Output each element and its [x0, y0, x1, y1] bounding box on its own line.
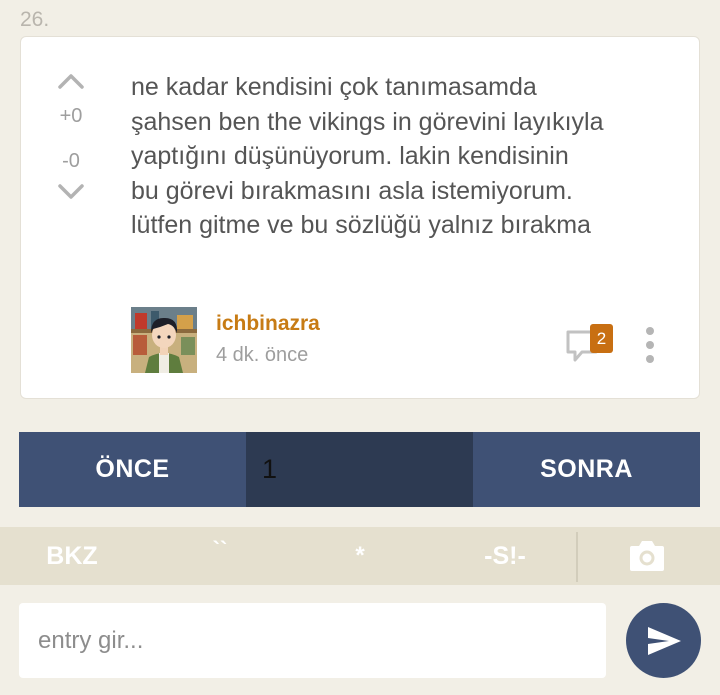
- format-toolbar: BKZ `` * -S!-: [0, 527, 720, 585]
- send-icon: [647, 626, 681, 655]
- more-dot: [646, 355, 654, 363]
- send-button[interactable]: [626, 603, 701, 678]
- entry-text-line: yaptığını düşünüyorum. lakin kendisinin: [131, 142, 569, 170]
- previous-page-button[interactable]: ÖNCE: [19, 432, 246, 507]
- entry-number: 26.: [20, 8, 50, 31]
- downvote-count: -0: [62, 150, 80, 172]
- author-avatar[interactable]: [131, 307, 197, 373]
- more-vertical-icon[interactable]: [641, 327, 659, 363]
- entry-text-line: ne kadar kendisini çok tanımasamda: [131, 73, 537, 101]
- upvote-count: +0: [59, 105, 83, 127]
- entry-input[interactable]: [19, 603, 606, 678]
- comment-button[interactable]: 2: [565, 324, 617, 366]
- star-button[interactable]: *: [320, 527, 400, 585]
- entry-text: ne kadar kendisini çok tanımasamda şahse…: [131, 70, 691, 243]
- camera-button[interactable]: [618, 527, 676, 585]
- author-name[interactable]: ichbinazra: [216, 312, 320, 336]
- entry-card: +0 -0 ne kadar kendisini çok tanımasamda…: [20, 36, 700, 399]
- entry-text-line: şahsen ben the vikings in görevini layık…: [131, 107, 604, 136]
- vote-column: +0 -0: [51, 69, 91, 203]
- entry-page: 26. +0 -0 ne kadar kendisini çok tanımas…: [0, 0, 720, 695]
- entry-text-line: lütfen gitme ve bu sözlüğü yalnız bırakm…: [131, 211, 591, 239]
- toolbar-divider: [576, 532, 578, 582]
- pagination-bar: ÖNCE 1 SONRA: [19, 432, 700, 507]
- spoiler-button[interactable]: -S!-: [455, 527, 555, 585]
- comment-count-badge: 2: [590, 324, 613, 353]
- more-dot: [646, 327, 654, 335]
- upvote-chevron-icon[interactable]: [56, 69, 86, 91]
- more-dot: [646, 341, 654, 349]
- entry-timestamp[interactable]: 4 dk. önce: [216, 344, 308, 367]
- downvote-chevron-icon[interactable]: [56, 181, 86, 203]
- next-page-button[interactable]: SONRA: [473, 432, 700, 507]
- entry-composer: [19, 603, 606, 678]
- bkz-button[interactable]: BKZ: [22, 527, 122, 585]
- entry-text-line: bu görevi bırakmasını asla istemiyorum.: [131, 176, 573, 205]
- page-number-field[interactable]: 1: [246, 432, 473, 507]
- camera-icon: [630, 541, 664, 571]
- hidden-bkz-button[interactable]: ``: [180, 527, 260, 585]
